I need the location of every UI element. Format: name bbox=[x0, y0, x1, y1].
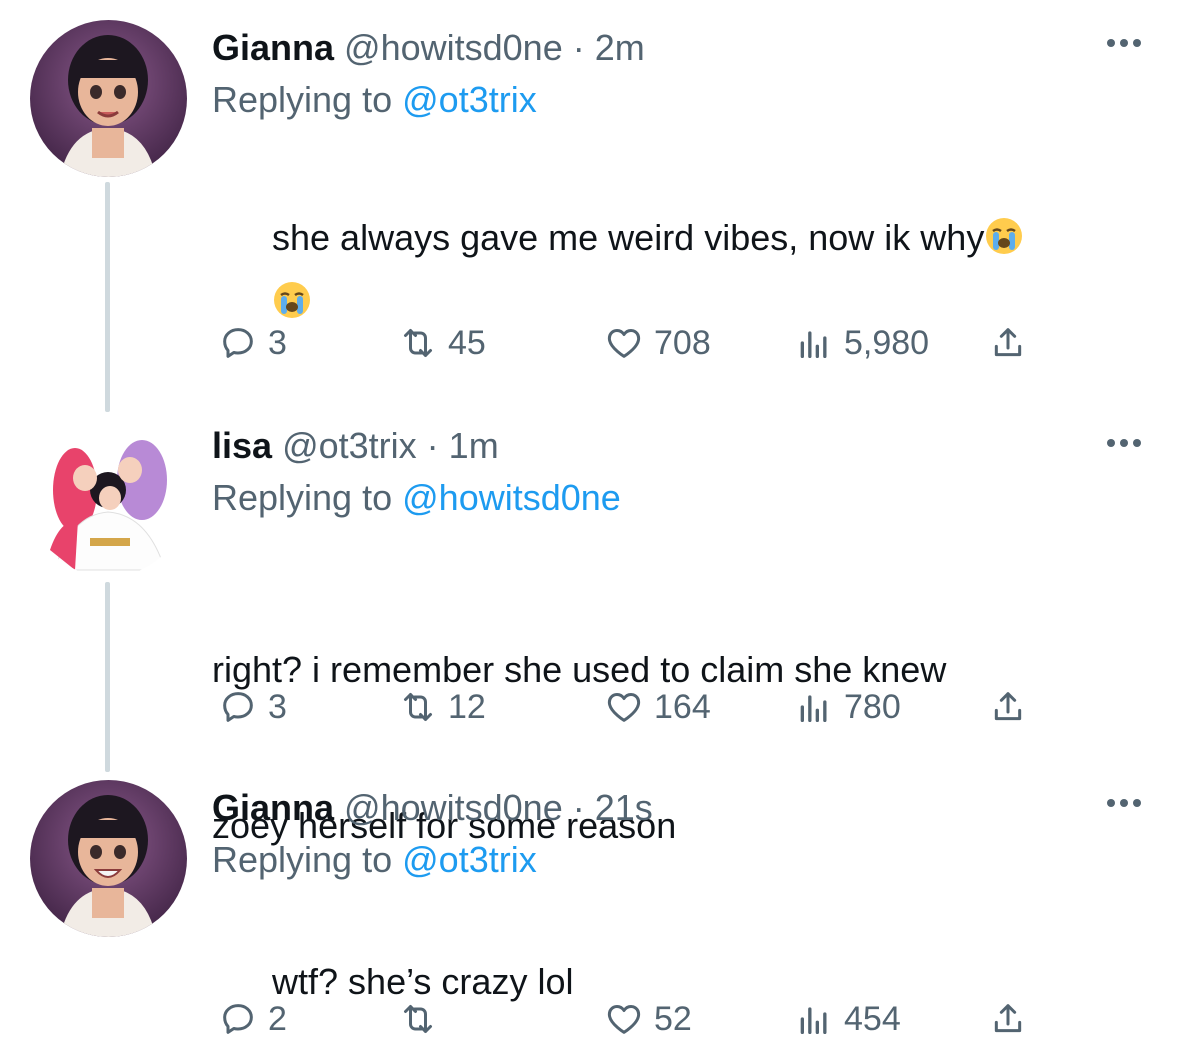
tweet[interactable]: Gianna @howitsd0ne · 21s Replying to @ot… bbox=[0, 780, 1179, 1055]
separator-dot: · bbox=[426, 425, 439, 466]
retweet-icon bbox=[404, 329, 432, 357]
share-button[interactable] bbox=[988, 682, 1028, 732]
heart-icon bbox=[607, 693, 641, 722]
retweet-button[interactable] bbox=[398, 994, 448, 1044]
views-button[interactable]: 5,980 bbox=[794, 318, 929, 368]
retweet-count: 12 bbox=[448, 687, 486, 726]
display-name[interactable]: lisa bbox=[212, 425, 272, 466]
views-button[interactable]: 780 bbox=[794, 682, 901, 732]
reply-button[interactable]: 3 bbox=[218, 318, 287, 368]
more-options-icon[interactable] bbox=[1099, 28, 1149, 58]
avatar[interactable] bbox=[30, 420, 187, 577]
retweet-button[interactable]: 12 bbox=[398, 682, 486, 732]
username[interactable]: @howitsd0ne bbox=[344, 787, 563, 828]
replying-to-label: Replying to bbox=[212, 477, 393, 518]
username[interactable]: @howitsd0ne bbox=[344, 27, 563, 68]
tweet[interactable]: lisa @ot3trix · 1m Replying to @howitsd0… bbox=[0, 420, 1179, 846]
like-count: 164 bbox=[654, 687, 711, 726]
tweet-actions: 2 52 454 bbox=[212, 994, 1042, 1044]
reply-count: 3 bbox=[268, 323, 287, 362]
view-count: 454 bbox=[844, 999, 901, 1038]
like-button[interactable]: 708 bbox=[604, 318, 711, 368]
timestamp[interactable]: 1m bbox=[449, 425, 499, 466]
replying-to: Replying to @ot3trix bbox=[212, 78, 537, 122]
separator-dot: · bbox=[572, 787, 585, 828]
view-count: 780 bbox=[844, 687, 901, 726]
separator-dot: · bbox=[572, 27, 585, 68]
reply-button[interactable]: 3 bbox=[218, 682, 287, 732]
views-button[interactable]: 454 bbox=[794, 994, 901, 1044]
like-button[interactable]: 52 bbox=[604, 994, 692, 1044]
loudly-crying-face-icon bbox=[984, 216, 1024, 256]
reply-button[interactable]: 2 bbox=[218, 994, 287, 1044]
views-bar-chart-icon bbox=[800, 331, 827, 358]
replying-to-label: Replying to bbox=[212, 79, 393, 120]
tweet-text: she always gave me weird vibes, now ik w… bbox=[212, 160, 1024, 316]
reply-count: 3 bbox=[268, 687, 287, 726]
share-icon bbox=[994, 692, 1022, 721]
tweet-header: Gianna @howitsd0ne · 2m bbox=[212, 26, 645, 70]
mention-link[interactable]: @howitsd0ne bbox=[402, 477, 621, 518]
timestamp[interactable]: 2m bbox=[595, 27, 645, 68]
display-name[interactable]: Gianna bbox=[212, 787, 334, 828]
share-button[interactable] bbox=[988, 318, 1028, 368]
like-count: 708 bbox=[654, 323, 711, 362]
more-options-icon[interactable] bbox=[1099, 428, 1149, 458]
loudly-crying-face-icon bbox=[272, 280, 312, 320]
retweet-icon bbox=[404, 693, 432, 721]
reply-icon bbox=[223, 692, 253, 722]
share-icon bbox=[994, 328, 1022, 357]
more-options-icon[interactable] bbox=[1099, 788, 1149, 818]
like-button[interactable]: 164 bbox=[604, 682, 711, 732]
like-count: 52 bbox=[654, 999, 692, 1038]
mention-link[interactable]: @ot3trix bbox=[402, 839, 537, 880]
avatar[interactable] bbox=[30, 780, 187, 937]
view-count: 5,980 bbox=[844, 323, 930, 362]
timestamp[interactable]: 21s bbox=[595, 787, 653, 828]
tweet-header: lisa @ot3trix · 1m bbox=[212, 424, 499, 468]
views-bar-chart-icon bbox=[800, 1007, 827, 1034]
share-button[interactable] bbox=[988, 994, 1028, 1044]
tweet-actions: 3 45 708 5,980 bbox=[212, 318, 1042, 368]
tweet[interactable]: Gianna @howitsd0ne · 2m Replying to @ot3… bbox=[0, 20, 1179, 390]
replying-to: Replying to @howitsd0ne bbox=[212, 476, 621, 520]
views-bar-chart-icon bbox=[800, 695, 827, 722]
tweet-header: Gianna @howitsd0ne · 21s bbox=[212, 786, 653, 830]
tweet-text-content: she always gave me weird vibes, now ik w… bbox=[272, 217, 985, 258]
retweet-button[interactable]: 45 bbox=[398, 318, 486, 368]
replying-to: Replying to @ot3trix bbox=[212, 838, 537, 882]
heart-icon bbox=[607, 329, 641, 358]
retweet-count: 45 bbox=[448, 323, 486, 362]
replying-to-label: Replying to bbox=[212, 839, 393, 880]
reply-icon bbox=[223, 328, 253, 358]
reply-count: 2 bbox=[268, 999, 287, 1038]
display-name[interactable]: Gianna bbox=[212, 27, 334, 68]
heart-icon bbox=[607, 1005, 641, 1034]
tweet-actions: 3 12 164 780 bbox=[212, 682, 1042, 732]
mention-link[interactable]: @ot3trix bbox=[402, 79, 537, 120]
share-icon bbox=[994, 1004, 1022, 1033]
reply-icon bbox=[223, 1004, 253, 1034]
retweet-icon bbox=[404, 1005, 432, 1033]
avatar[interactable] bbox=[30, 20, 187, 177]
username[interactable]: @ot3trix bbox=[282, 425, 417, 466]
